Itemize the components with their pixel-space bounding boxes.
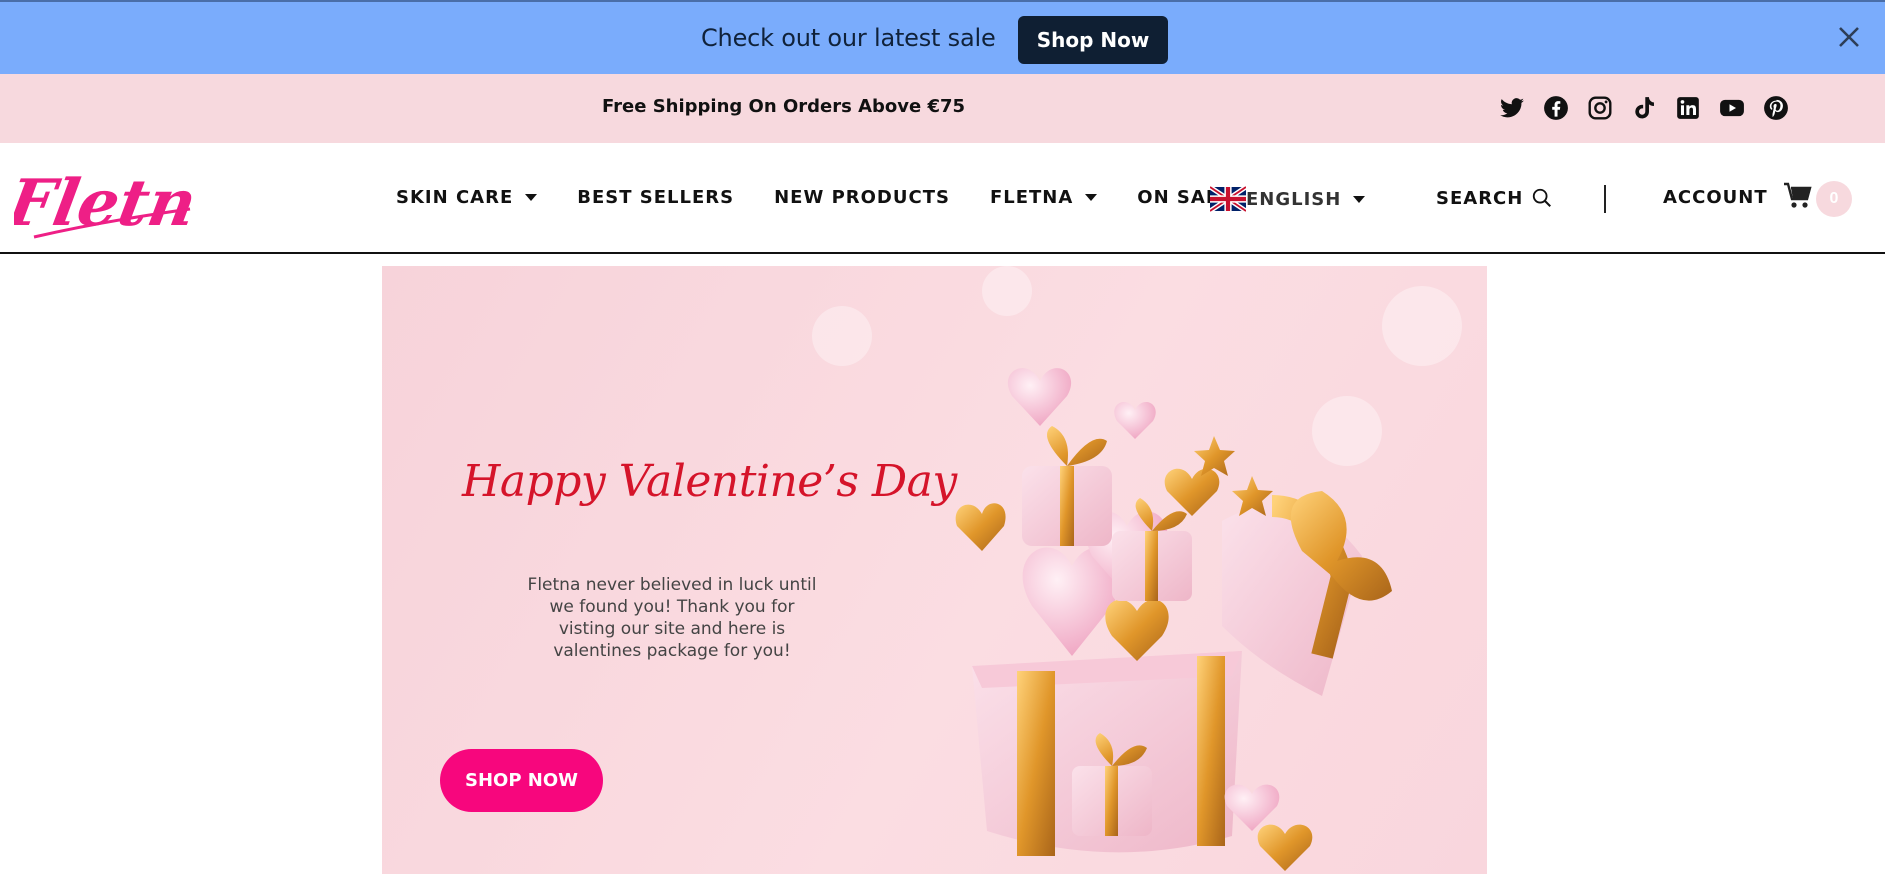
header-divider: [1604, 185, 1606, 213]
language-label: ENGLISH: [1246, 188, 1342, 210]
nav-skin-care[interactable]: SKIN CARE: [396, 187, 538, 208]
hero-banner: Happy Valentine’s Day Fletna never belie…: [382, 266, 1487, 874]
bokeh-light: [812, 306, 872, 366]
gift-box-illustration: [955, 368, 1392, 871]
close-icon[interactable]: [1836, 24, 1862, 50]
search-icon: [1533, 188, 1552, 207]
hero-shop-now-button[interactable]: SHOP NOW: [440, 749, 603, 812]
caret-down-icon: [1085, 194, 1098, 201]
shipping-bar: Free Shipping On Orders Above €75: [0, 74, 1885, 143]
main-nav: SKIN CARE BEST SELLERS NEW PRODUCTS FLET…: [396, 187, 1272, 208]
cart-icon[interactable]: [1783, 181, 1813, 211]
language-selector[interactable]: ENGLISH: [1210, 186, 1366, 212]
account-link[interactable]: ACCOUNT: [1663, 187, 1768, 208]
cart-count-badge: 0: [1816, 181, 1852, 217]
fletna-logo[interactable]: Fletna: [14, 151, 194, 247]
nav-best-sellers[interactable]: BEST SELLERS: [577, 187, 734, 208]
nav-label: BEST SELLERS: [577, 187, 735, 208]
search-button[interactable]: SEARCH: [1436, 187, 1553, 209]
caret-down-icon: [525, 194, 538, 201]
search-label: SEARCH: [1436, 187, 1524, 209]
nav-label: NEW PRODUCTS: [774, 187, 950, 208]
bokeh-light: [982, 266, 1032, 316]
social-links: [1490, 94, 1798, 122]
pinterest-icon[interactable]: [1754, 94, 1798, 122]
hero-description: Fletna never believed in luck until we f…: [527, 575, 817, 661]
shipping-text: Free Shipping On Orders Above €75: [602, 96, 966, 117]
announcement-bar: Check out our latest sale Shop Now: [0, 0, 1885, 74]
twitter-icon[interactable]: [1490, 94, 1534, 122]
announcement-text: Check out our latest sale: [701, 24, 996, 52]
facebook-icon[interactable]: [1534, 94, 1578, 122]
youtube-icon[interactable]: [1710, 94, 1754, 122]
nav-new-products[interactable]: NEW PRODUCTS: [774, 187, 950, 208]
nav-fletna[interactable]: FLETNA: [989, 187, 1098, 208]
tiktok-icon[interactable]: [1622, 94, 1666, 122]
nav-label: FLETNA: [989, 187, 1074, 208]
site-header: Fletna SKIN CARE BEST SELLERS NEW PRODUC…: [0, 143, 1885, 254]
uk-flag-icon: [1210, 186, 1246, 212]
nav-label: SKIN CARE: [396, 187, 514, 208]
svg-text:Fletna: Fletna: [14, 165, 194, 240]
announcement-shop-now-button[interactable]: Shop Now: [1018, 16, 1168, 64]
linkedin-icon[interactable]: [1666, 94, 1710, 122]
caret-down-icon: [1353, 195, 1366, 203]
instagram-icon[interactable]: [1578, 94, 1622, 122]
hero-title: Happy Valentine’s Day: [462, 456, 957, 507]
